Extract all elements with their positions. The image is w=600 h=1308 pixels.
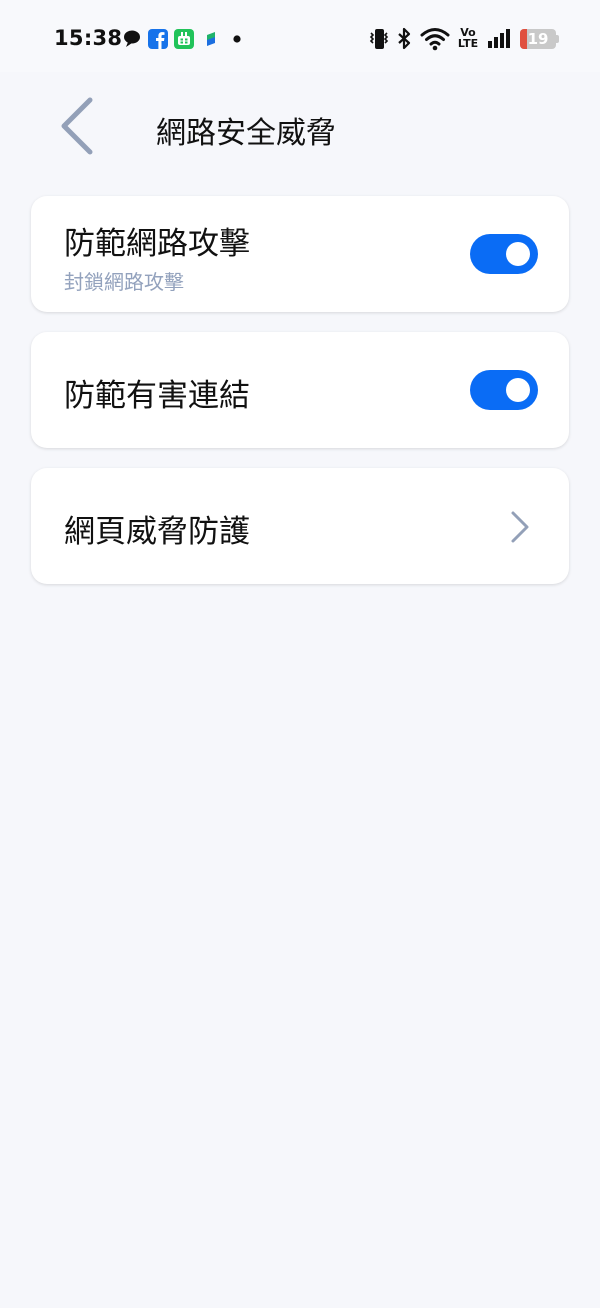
volte-bottom: LTE xyxy=(457,37,479,50)
back-button[interactable] xyxy=(52,94,102,158)
network-attack-toggle[interactable] xyxy=(470,234,538,274)
bluetooth-icon xyxy=(398,27,411,50)
chevron-right-icon xyxy=(511,511,529,543)
setting-title: 網頁威脅防護 xyxy=(64,514,250,550)
wechat-icon xyxy=(174,29,194,49)
setting-web-threat-protection[interactable]: 網頁威脅防護 xyxy=(31,468,569,584)
setting-harmful-links-protection[interactable]: 防範有害連結 xyxy=(31,332,569,448)
battery-tip xyxy=(556,35,559,43)
toggle-knob xyxy=(506,242,530,266)
vibrate-icon xyxy=(369,29,389,49)
wifi-icon xyxy=(420,28,450,51)
status-time: 15:38 xyxy=(54,26,123,50)
harmful-links-toggle[interactable] xyxy=(470,370,538,410)
signal-icon xyxy=(488,29,510,48)
toggle-knob xyxy=(506,378,530,402)
battery-icon: 19 xyxy=(520,29,556,49)
chevron-left-icon xyxy=(61,97,93,155)
setting-title: 防範有害連結 xyxy=(64,378,250,414)
status-bar: 15:38 Vo LTE 19 xyxy=(0,0,600,72)
facebook-icon xyxy=(148,29,168,49)
battery-level: 19 xyxy=(527,30,549,48)
vpn-icon xyxy=(207,32,215,46)
setting-title: 防範網路攻擊 xyxy=(64,226,250,262)
chat-bubble-icon xyxy=(124,30,140,47)
setting-subtitle: 封鎖網路攻擊 xyxy=(64,270,184,294)
setting-network-attack-protection[interactable]: 防範網路攻擊 封鎖網路攻擊 xyxy=(31,196,569,312)
page-title: 網路安全威脅 xyxy=(156,116,336,151)
dot-icon xyxy=(233,35,241,43)
volte-icon: Vo LTE xyxy=(456,27,480,49)
